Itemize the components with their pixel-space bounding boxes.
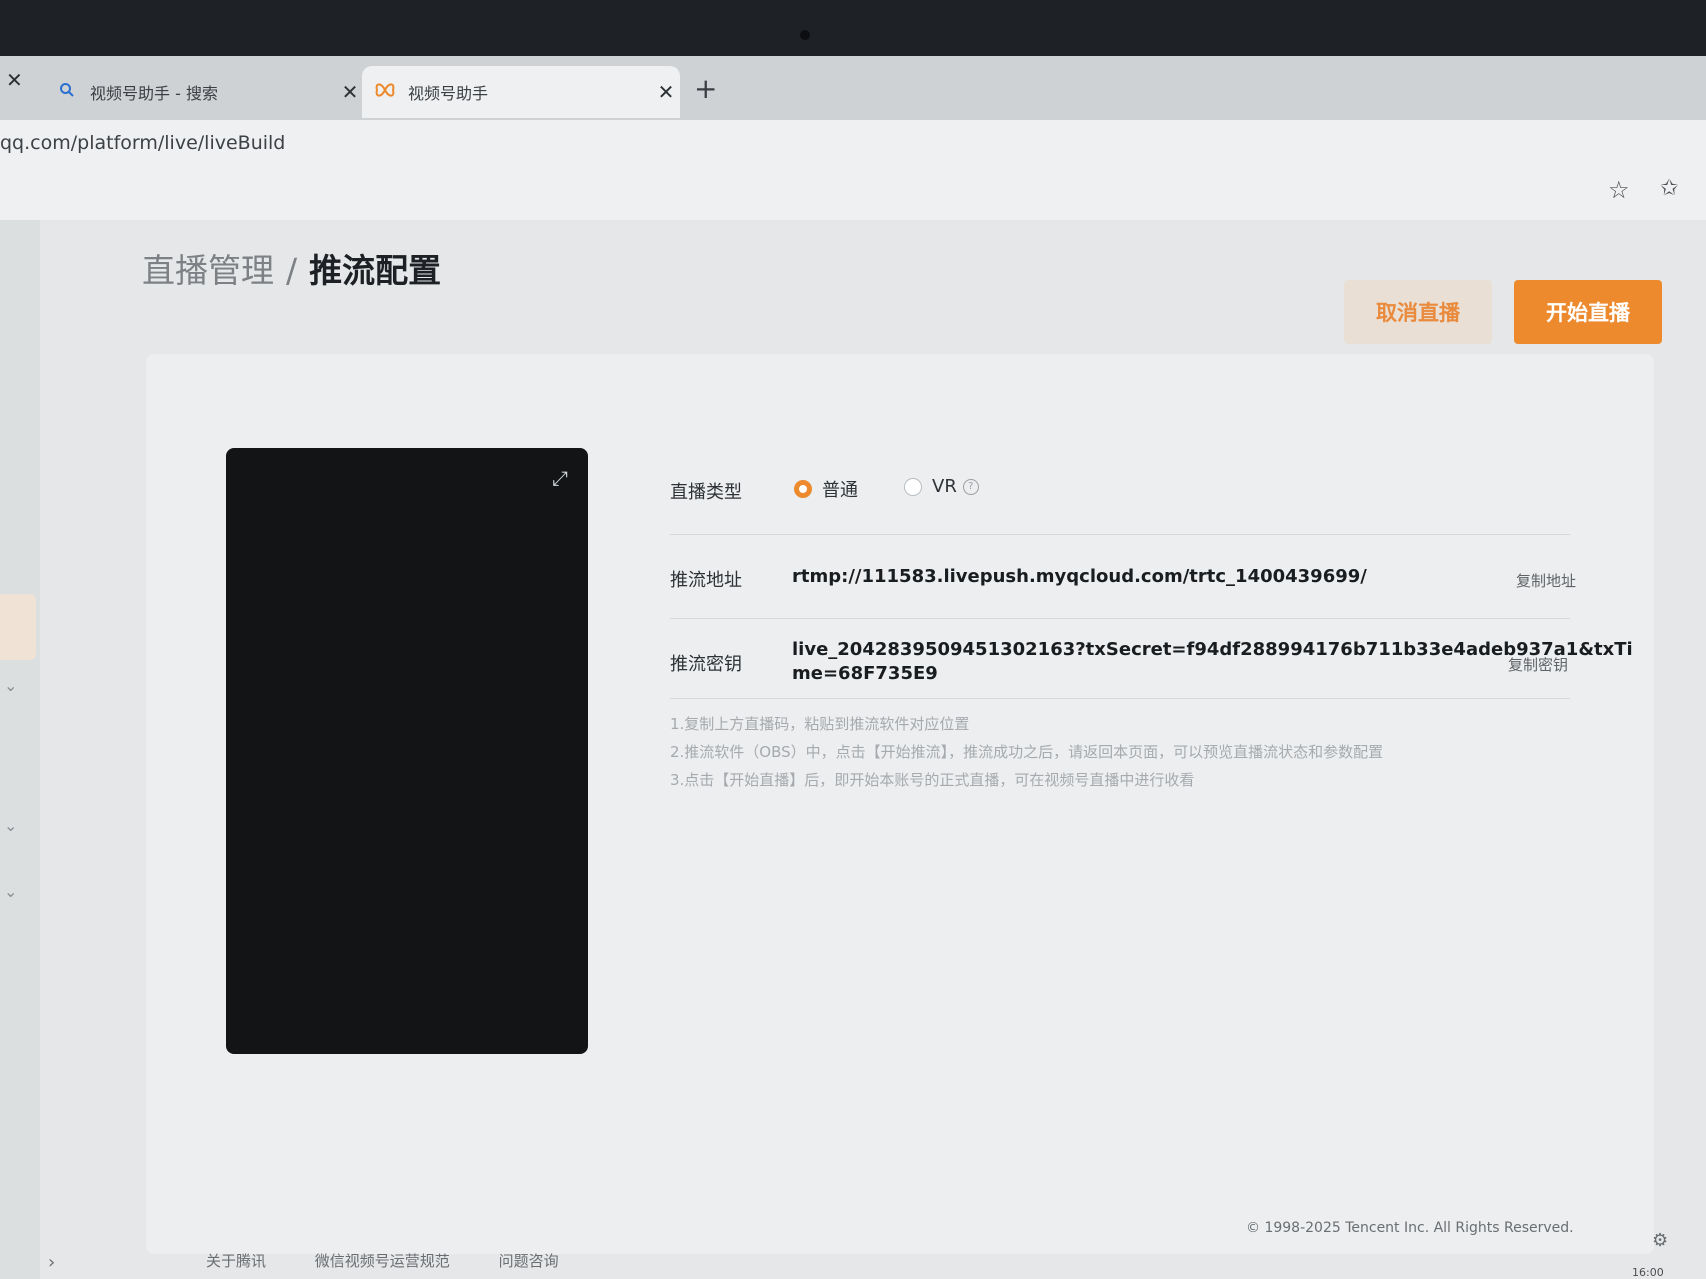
divider	[670, 618, 1570, 619]
butterfly-logo-icon	[374, 82, 396, 102]
breadcrumb-separator: /	[286, 251, 298, 290]
footer-link[interactable]: 问题咨询	[499, 1252, 559, 1270]
page-title: 推流配置	[309, 251, 442, 290]
cancel-live-button[interactable]: 取消直播	[1344, 280, 1492, 344]
footer-link[interactable]: 微信视频号运营规范	[315, 1252, 450, 1270]
push-key-line: me=68F735E9	[792, 663, 938, 684]
divider	[670, 698, 1570, 699]
close-icon[interactable]: ✕	[336, 80, 364, 104]
url-field[interactable]: qq.com/platform/live/liveBuild	[0, 132, 285, 154]
radio-label: 普通	[822, 480, 858, 501]
start-live-button[interactable]: 开始直播	[1514, 280, 1662, 344]
radio-normal[interactable]: 普通	[794, 476, 858, 502]
radio-dot	[794, 480, 812, 498]
tab-label: 视频号助手	[408, 84, 489, 103]
tab-assistant[interactable]: 视频号助手 ✕	[362, 66, 680, 118]
copy-key-button[interactable]: 复制密钥	[1508, 654, 1568, 675]
stream-config-card: ⤢ 直播类型 普通 VR ? 推流地址 rtmp://111583.livepu…	[146, 354, 1654, 1254]
chevron-right-icon[interactable]: ›	[48, 1252, 55, 1273]
breadcrumb-parent[interactable]: 直播管理	[142, 251, 274, 290]
sidebar: ⌄ ⌄ ⌄	[0, 220, 40, 1279]
close-icon[interactable]: ✕	[6, 68, 23, 92]
chevron-down-icon[interactable]: ⌄	[4, 816, 17, 835]
star-icon[interactable]: ☆	[1608, 176, 1630, 204]
tip-item: 1.复制上方直播码，粘贴到推流软件对应位置	[670, 715, 970, 733]
close-icon[interactable]: ✕	[652, 80, 680, 104]
footer-link[interactable]: 关于腾讯	[206, 1252, 266, 1270]
radio-vr[interactable]: VR ?	[904, 476, 979, 497]
new-tab-plus-icon[interactable]: +	[694, 72, 717, 105]
sidebar-item-active[interactable]	[0, 594, 36, 660]
webcam-icon	[800, 30, 810, 40]
page-content: ⌄ ⌄ ⌄ › 直播管理 / 推流配置 取消直播 开始直播 ⤢ 直播类型 普通 VR…	[0, 220, 1706, 1279]
monitor-bezel	[0, 0, 1706, 64]
push-key-line: live_2042839509451302163?txSecret=f94df2…	[792, 639, 1633, 660]
browser-window: ✕ 视频号助手 - 搜索 ✕ 视频号助手 ✕ + qq.com/platform…	[0, 56, 1706, 1279]
tip-item: 2.推流软件（OBS）中，点击【开始推流】，推流成功之后，请返回本页面，可以预览…	[670, 743, 1384, 761]
live-type-label: 直播类型	[670, 482, 742, 503]
push-url-value: rtmp://111583.livepush.myqcloud.com/trtc…	[792, 566, 1367, 587]
expand-icon[interactable]: ⤢	[552, 466, 568, 490]
chevron-down-icon[interactable]: ⌄	[4, 676, 17, 695]
divider	[670, 534, 1570, 535]
video-preview: ⤢	[226, 448, 588, 1054]
address-bar: qq.com/platform/live/liveBuild	[0, 120, 1706, 220]
instructions: 1.复制上方直播码，粘贴到推流软件对应位置 2.推流软件（OBS）中，点击【开始…	[670, 710, 1383, 794]
copyright: © 1998-2025 Tencent Inc. All Rights Rese…	[1246, 1220, 1574, 1236]
favorites-icon[interactable]: ✩	[1660, 176, 1678, 201]
radio-dot	[904, 477, 922, 496]
tab-search[interactable]: 视频号助手 - 搜索 ✕	[44, 66, 364, 118]
help-icon[interactable]: ?	[962, 478, 979, 495]
tip-item: 3.点击【开始直播】后，即开始本账号的正式直播，可在视频号直播中进行收看	[670, 771, 1195, 789]
push-key-value: live_2042839509451302163?txSecret=f94df2…	[792, 638, 1633, 686]
radio-label: VR	[932, 476, 957, 497]
push-key-label: 推流密钥	[670, 654, 742, 675]
push-url-label: 推流地址	[670, 570, 742, 591]
tab-strip: ✕ 视频号助手 - 搜索 ✕ 视频号助手 ✕ +	[0, 56, 1706, 120]
tab-label: 视频号助手 - 搜索	[90, 84, 218, 103]
gear-icon[interactable]: ⚙	[1652, 1230, 1668, 1251]
copy-url-button[interactable]: 复制地址	[1516, 570, 1576, 591]
footer-links: 关于腾讯 微信视频号运营规范 问题咨询	[206, 1250, 603, 1271]
chevron-down-icon[interactable]: ⌄	[4, 882, 17, 901]
search-icon	[56, 82, 78, 102]
breadcrumb: 直播管理 / 推流配置	[142, 244, 441, 292]
taskbar-clock: 16:00	[1632, 1266, 1664, 1279]
